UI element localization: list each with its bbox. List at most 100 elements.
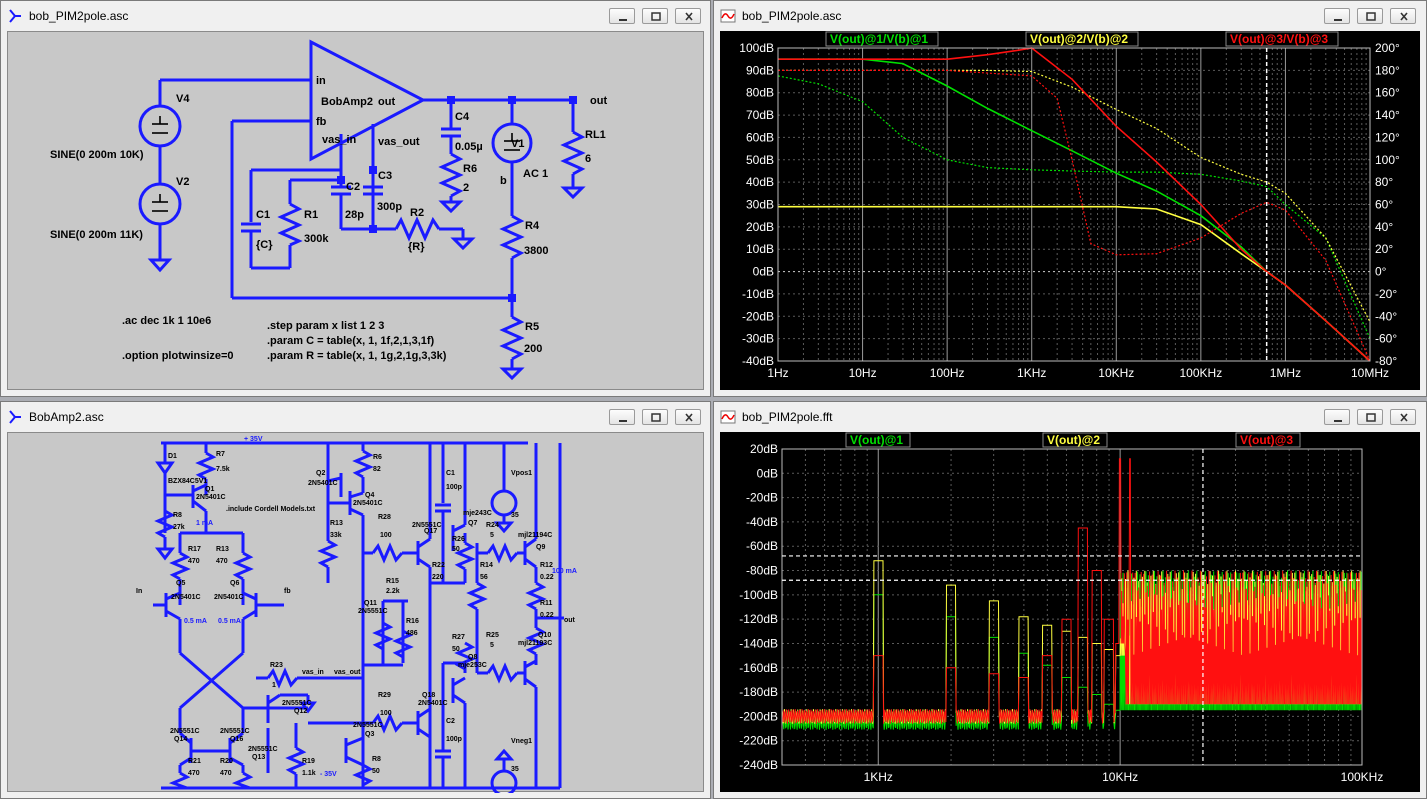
directive-option[interactable]: .option plotwinsize=0 — [122, 350, 234, 362]
legend-label: V(out)@3 — [1240, 433, 1293, 447]
label-r1-val: 300k — [304, 233, 329, 245]
label-r15: R15 — [386, 578, 399, 585]
label-v2-sine: SINE(0 200m 11K) — [50, 229, 143, 241]
label-r15-val: 2.2k — [386, 588, 400, 595]
fft-chart[interactable]: 20dB 0dB -20dB -40dB -60dB -80dB -100dB -120dB -… — [720, 432, 1420, 792]
label-vpos: Vpos1 — [511, 470, 532, 477]
y-tick-label: 30dB — [746, 198, 774, 212]
minimize-button[interactable] — [1324, 409, 1350, 425]
label-r4-val: 3800 — [524, 245, 548, 257]
legend-label: V(out)@2 — [1047, 433, 1100, 447]
label-q7-model: mje243C — [463, 510, 492, 517]
maximize-icon — [651, 413, 661, 422]
legend-entry-1[interactable]: V(out)@1/V(b)@1 — [825, 31, 939, 47]
directive-ac[interactable]: .ac dec 1k 1 10e6 — [122, 315, 211, 327]
close-button[interactable] — [1390, 8, 1416, 24]
label-q18-model: 2N5401C — [418, 700, 448, 707]
directive-param-c[interactable]: .param C = table(x, 1, 1f,2,1,3,1f) — [267, 335, 435, 347]
legend-entry-3[interactable]: V(out)@3/V(b)@3 — [1225, 31, 1339, 47]
bode-chart[interactable]: 100dB 90dB 80dB 70dB 60dB 50dB 40dB 30dB 20dB 10d… — [720, 31, 1420, 390]
label-q11-model: 2N5551C — [358, 608, 388, 615]
label-q6: Q6 — [230, 580, 239, 587]
legend-entry-2[interactable]: V(out)@2/V(b)@2 — [1025, 31, 1139, 47]
label-q6-model: 2N5401C — [214, 594, 244, 601]
schematic-icon — [9, 9, 21, 23]
label-q1-model: 2N5401C — [196, 494, 226, 501]
bode-plot-area[interactable]: 100dB 90dB 80dB 70dB 60dB 50dB 40dB 30dB 20dB 10d… — [720, 31, 1420, 390]
y2-tick-label: 120° — [1375, 130, 1400, 144]
label-r27-val: 50 — [452, 646, 460, 653]
label-vas-in: vas_in — [322, 134, 357, 146]
schematic-drawing[interactable]: V4 SINE(0 200m 10K) V2 SINE(0 200m 11K) … — [8, 32, 705, 391]
legend-entry-1[interactable]: V(out)@1 — [845, 432, 911, 448]
label-q14: Q14 — [174, 736, 187, 743]
y-tick-label: 20dB — [750, 442, 778, 456]
label-q3-model: 2N5551C — [353, 722, 383, 729]
y2-tick-label: -20° — [1375, 287, 1397, 301]
titlebar[interactable]: bob_PIM2pole.asc — [714, 1, 1426, 31]
fft-plot-area[interactable]: 20dB 0dB -20dB -40dB -60dB -80dB -100dB -120dB -… — [720, 432, 1420, 792]
y-tick-label: -160dB — [739, 661, 778, 675]
y-tick-label: -180dB — [739, 685, 778, 699]
label-rl1-val: 6 — [585, 153, 591, 165]
directive-param-r[interactable]: .param R = table(x, 1, 1g,2,1g,3,3k) — [267, 350, 447, 362]
label-c1: C1 — [256, 209, 270, 221]
maximize-button[interactable] — [642, 8, 668, 24]
legend-entry-3[interactable]: V(out)@3 — [1235, 432, 1301, 448]
fft-plot-window[interactable]: bob_PIM2pole.fft 20dB 0dB -20dB -40dB -60dB -… — [713, 401, 1427, 799]
titlebar[interactable]: BobAmp2.asc — [1, 402, 710, 432]
y2-tick-label: -60° — [1375, 332, 1397, 346]
bode-legend[interactable]: V(out)@1/V(b)@1 V(out)@2/V(b)@2 V(out)@3/V… — [825, 31, 1339, 47]
label-r4: R4 — [525, 220, 540, 232]
minimize-button[interactable] — [609, 409, 635, 425]
label-r11: R11 — [540, 600, 553, 607]
label-r13b-val: 33k — [330, 532, 342, 539]
label-vneg: Vneg1 — [511, 738, 532, 745]
minimize-button[interactable] — [1324, 8, 1350, 24]
label-q14-model: 2N5551C — [170, 728, 200, 735]
legend-entry-2[interactable]: V(out)@2 — [1042, 432, 1108, 448]
label-q10: Q10 — [538, 632, 551, 639]
close-button[interactable] — [675, 8, 701, 24]
label-100ma: 100 mA — [552, 568, 577, 575]
amp-schematic-drawing[interactable]: + 35V - 35V D1 BZX84C5V1 R7 7.5k Q1 2N54… — [8, 433, 705, 797]
label-r14-val: 56 — [480, 574, 488, 581]
maximize-button[interactable] — [642, 409, 668, 425]
label-r16: R16 — [406, 618, 419, 625]
fft-legend[interactable]: V(out)@1 V(out)@2 V(out)@3 — [845, 432, 1301, 448]
label-q12: Q12 — [294, 708, 307, 715]
label-r22-val: 220 — [432, 574, 444, 581]
schematic-window-bottom[interactable]: BobAmp2.asc + 35V - 35V D1 BZX84C5V1 R7 … — [0, 401, 711, 799]
schematic-canvas[interactable]: V4 SINE(0 200m 10K) V2 SINE(0 200m 11K) … — [7, 31, 704, 390]
y2-tick-label: 60° — [1375, 198, 1393, 212]
label-v4-sine: SINE(0 200m 10K) — [50, 149, 144, 161]
close-button[interactable] — [1390, 409, 1416, 425]
bode-plot-window[interactable]: bob_PIM2pole.asc 100dB 90dB 80dB 70dB 60dB 50… — [713, 0, 1427, 397]
titlebar[interactable]: bob_PIM2pole.asc — [1, 1, 710, 31]
waveform-icon — [720, 410, 736, 424]
y2-tick-label: 100° — [1375, 153, 1400, 167]
y-tick-label: 100dB — [739, 41, 774, 55]
label-r22: R22 — [432, 562, 445, 569]
close-icon — [1400, 12, 1408, 21]
label-r6-val: 2 — [463, 182, 469, 194]
label-v1-b: b — [500, 175, 507, 187]
label-q9: Q9 — [536, 544, 545, 551]
label-c2b-val: 100p — [446, 736, 462, 743]
maximize-button[interactable] — [1357, 409, 1383, 425]
label-r26: R26 — [452, 536, 465, 543]
legend-label: V(out)@2/V(b)@2 — [1030, 32, 1128, 46]
label-include[interactable]: .include Cordell Models.txt — [226, 506, 316, 513]
label-r12: R12 — [540, 562, 553, 569]
directive-step[interactable]: .step param x list 1 2 3 — [267, 320, 384, 332]
close-icon — [1400, 413, 1408, 422]
y-tick-label: 10dB — [746, 242, 774, 256]
schematic-window-top[interactable]: bob_PIM2pole.asc V4 SINE(0 200m 10K) V2 … — [0, 0, 711, 397]
maximize-button[interactable] — [1357, 8, 1383, 24]
label-c4-val: 0.05µ — [455, 141, 483, 153]
amp-schematic-canvas[interactable]: + 35V - 35V D1 BZX84C5V1 R7 7.5k Q1 2N54… — [7, 432, 705, 797]
label-amp-out: out — [378, 96, 395, 108]
minimize-button[interactable] — [609, 8, 635, 24]
titlebar[interactable]: bob_PIM2pole.fft — [714, 402, 1426, 432]
close-button[interactable] — [675, 409, 701, 425]
